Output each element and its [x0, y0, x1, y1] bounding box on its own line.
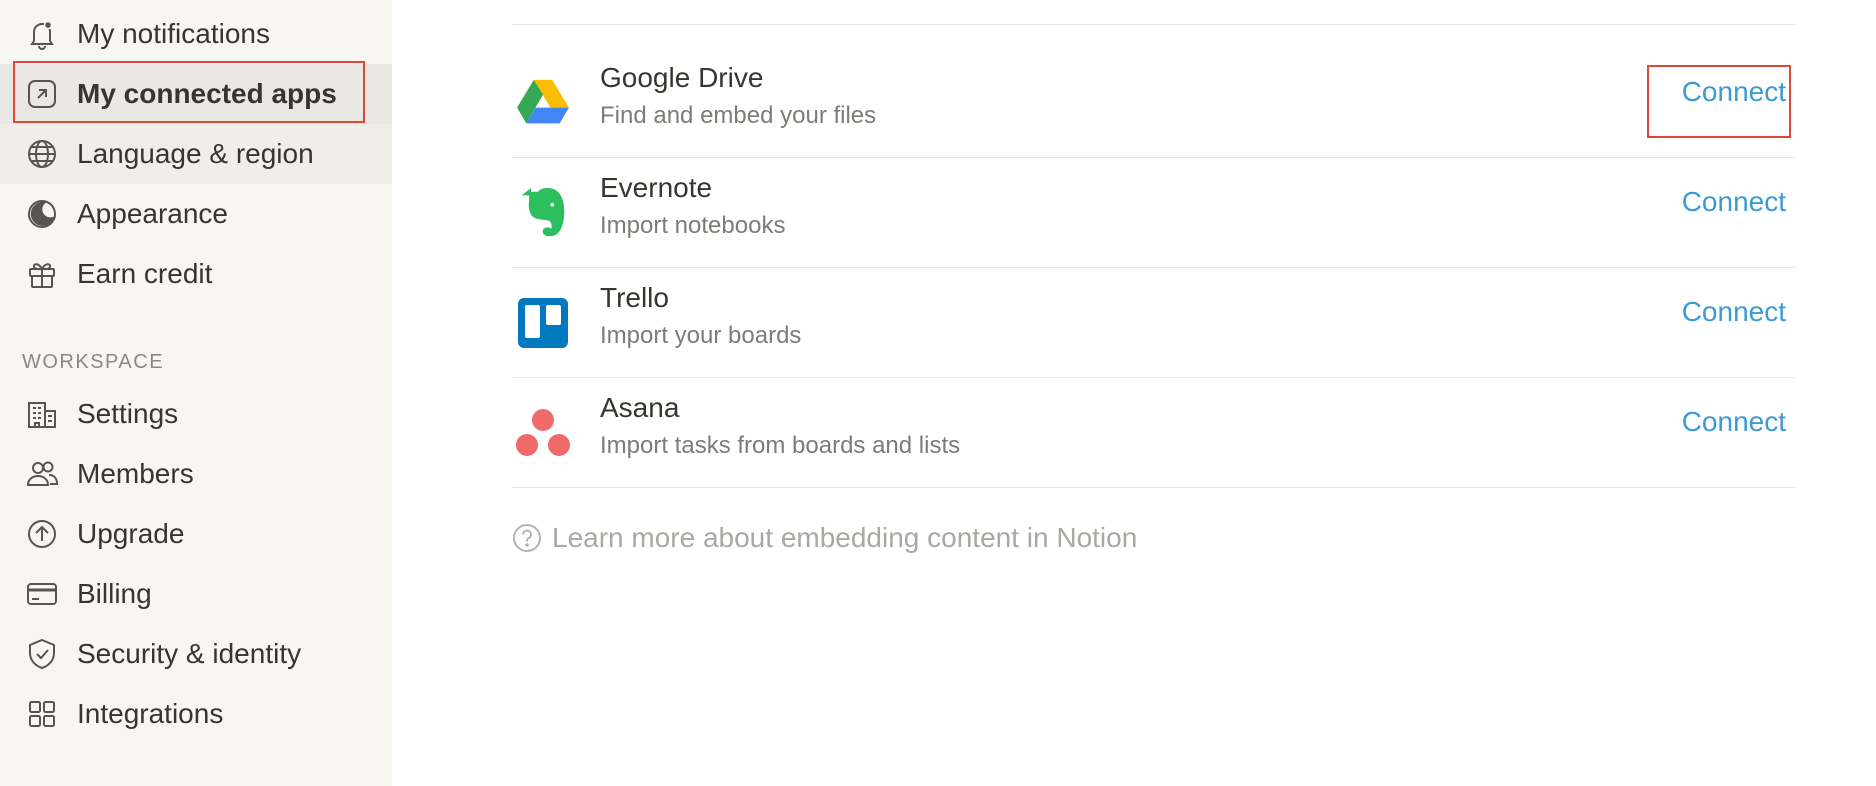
sidebar-item-label: Earn credit — [77, 258, 213, 289]
connect-button[interactable]: Connect — [1682, 296, 1786, 328]
sidebar-item-label: Settings — [77, 398, 179, 429]
google-drive-icon — [512, 72, 574, 134]
sidebar-item-label: My notifications — [77, 18, 270, 49]
people-icon — [24, 456, 60, 492]
shield-check-icon — [24, 636, 60, 672]
sidebar-item-appearance[interactable]: Appearance — [0, 184, 392, 244]
app-name: Evernote — [600, 172, 713, 203]
trello-icon — [512, 292, 574, 354]
app-description: Import notebooks — [600, 212, 786, 239]
app-description: Find and embed your files — [600, 102, 877, 129]
sidebar-item-integrations[interactable]: Integrations — [0, 684, 392, 744]
globe-icon — [24, 136, 60, 172]
bell-icon — [24, 16, 60, 52]
sidebar-item-language-region[interactable]: Language & region — [0, 124, 392, 184]
divider — [512, 24, 1796, 25]
question-circle-icon — [513, 524, 541, 552]
sidebar-item-billing[interactable]: Billing — [0, 564, 392, 624]
connected-apps-panel: Google Drive Find and embed your files C… — [392, 0, 1876, 786]
app-row-google-drive: Google Drive Find and embed your files C… — [512, 48, 1796, 158]
app-description: Import tasks from boards and lists — [600, 432, 961, 459]
sidebar-item-my-connected-apps[interactable]: My connected apps — [0, 64, 392, 124]
app-description: Import your boards — [600, 322, 802, 349]
connect-button[interactable]: Connect — [1682, 76, 1786, 108]
connect-button[interactable]: Connect — [1682, 406, 1786, 438]
moon-icon — [24, 196, 60, 232]
gift-icon — [24, 256, 60, 292]
app-row-asana: Asana Import tasks from boards and lists… — [512, 378, 1796, 488]
sidebar-item-label: Security & identity — [77, 638, 302, 669]
connect-button[interactable]: Connect — [1682, 186, 1786, 218]
app-name: Trello — [600, 282, 669, 313]
app-name: Asana — [600, 392, 680, 423]
sidebar-item-label: My connected apps — [77, 78, 337, 109]
evernote-icon — [512, 182, 574, 244]
grid-icon — [24, 696, 60, 732]
arrow-up-right-box-icon — [24, 76, 60, 112]
building-icon — [24, 396, 60, 432]
app-row-evernote: Evernote Import notebooks Connect — [512, 158, 1796, 268]
sidebar-item-security-identity[interactable]: Security & identity — [0, 624, 392, 684]
sidebar-item-settings[interactable]: Settings — [0, 384, 392, 444]
sidebar-item-label: Integrations — [77, 698, 224, 729]
workspace-section-title: WORKSPACE — [22, 351, 165, 373]
sidebar-item-earn-credit[interactable]: Earn credit — [0, 244, 392, 304]
sidebar-item-label: Language & region — [77, 138, 314, 169]
learn-more-link[interactable]: Learn more about embedding content in No… — [512, 522, 1137, 554]
app-name: Google Drive — [600, 62, 764, 93]
sidebar-item-label: Appearance — [77, 198, 229, 229]
learn-more-text: Learn more about embedding content in No… — [552, 522, 1138, 553]
sidebar-item-label: Billing — [77, 578, 152, 609]
divider — [512, 487, 1796, 488]
sidebar-item-upgrade[interactable]: Upgrade — [0, 504, 392, 564]
arrow-up-circle-icon — [24, 516, 60, 552]
sidebar-item-label: Upgrade — [77, 518, 185, 549]
sidebar-item-label: Members — [77, 458, 194, 489]
settings-sidebar: My notifications My connected apps Langu… — [0, 0, 392, 786]
sidebar-item-my-notifications[interactable]: My notifications — [0, 4, 392, 64]
asana-icon — [512, 402, 574, 464]
app-row-trello: Trello Import your boards Connect — [512, 268, 1796, 378]
credit-card-icon — [24, 576, 60, 612]
sidebar-item-members[interactable]: Members — [0, 444, 392, 504]
